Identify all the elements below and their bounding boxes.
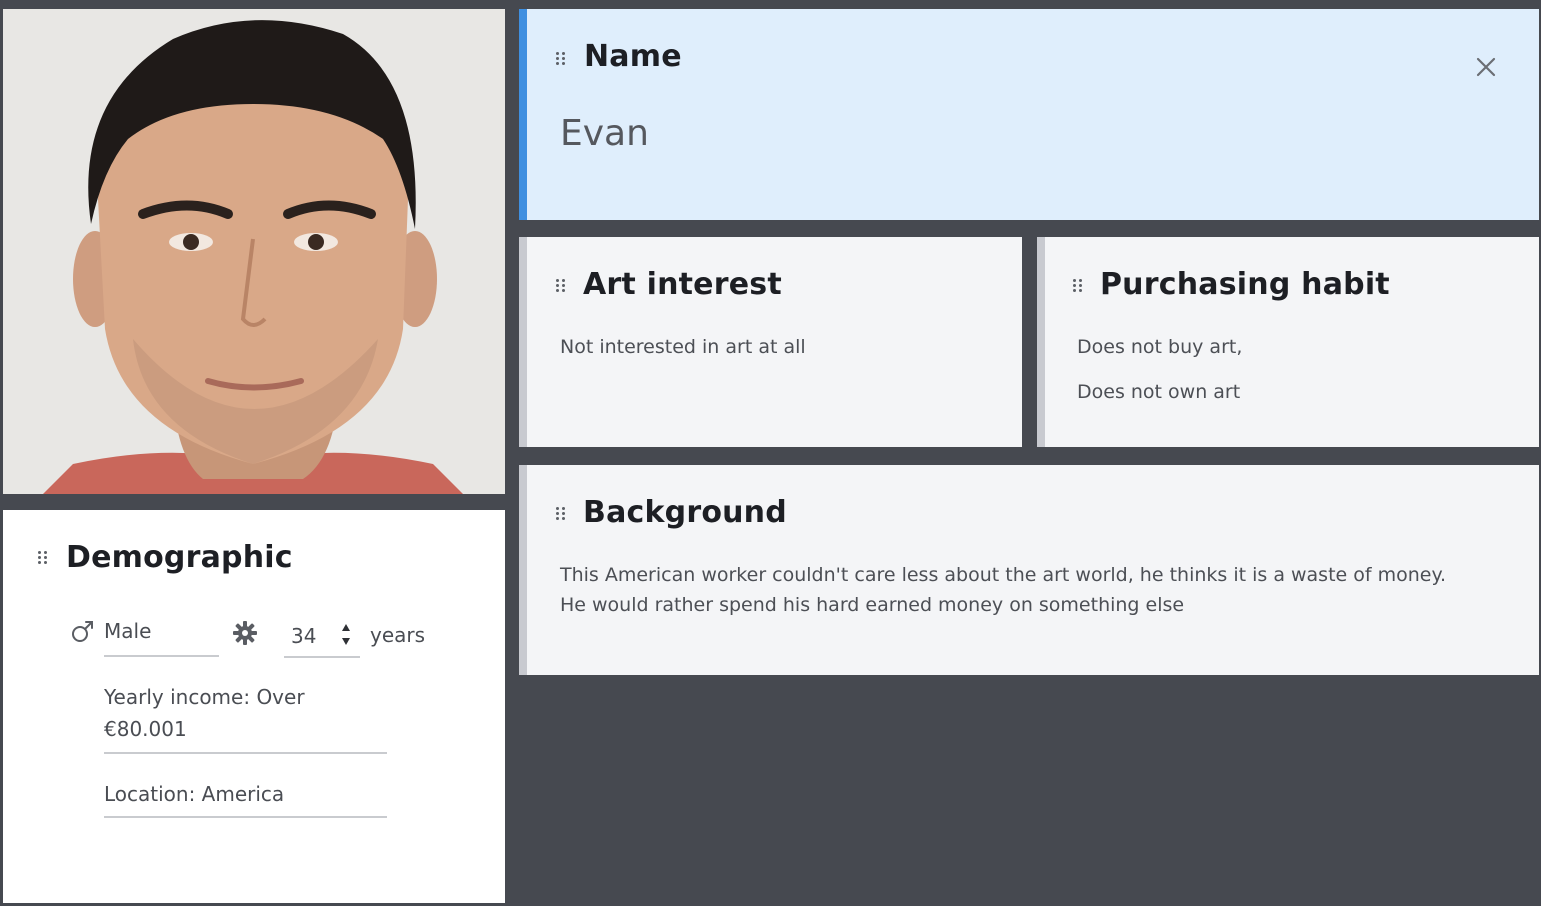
gear-icon[interactable] bbox=[232, 620, 258, 650]
purchasing-habit-line[interactable]: Does not own art bbox=[1077, 381, 1240, 403]
demographic-card[interactable]: Demographic Male 34 years Yearly income:… bbox=[3, 510, 505, 903]
name-card[interactable]: Name Evan bbox=[519, 9, 1539, 220]
drag-handle-icon[interactable] bbox=[556, 52, 565, 66]
drag-handle-icon[interactable] bbox=[556, 507, 565, 521]
location-field[interactable]: Location: America bbox=[104, 782, 284, 806]
person-portrait-image bbox=[3, 9, 505, 494]
background-line[interactable]: This American worker couldn't care less … bbox=[560, 564, 1446, 586]
income-line[interactable]: Yearly income: Over bbox=[104, 685, 305, 709]
male-symbol-icon bbox=[70, 618, 96, 648]
age-stepper-arrows-icon[interactable] bbox=[340, 621, 352, 653]
drag-handle-icon[interactable] bbox=[38, 551, 47, 565]
background-line[interactable]: He would rather spend his hard earned mo… bbox=[560, 594, 1184, 616]
purchasing-habit-card[interactable]: Purchasing habit Does not buy art, Does … bbox=[1037, 237, 1539, 447]
demographic-title: Demographic bbox=[66, 540, 293, 575]
age-unit-label: years bbox=[370, 623, 426, 647]
art-interest-text[interactable]: Not interested in art at all bbox=[560, 336, 806, 358]
gender-select[interactable]: Male bbox=[104, 619, 151, 643]
profile-photo bbox=[3, 9, 505, 494]
name-card-title: Name bbox=[584, 39, 682, 74]
background-card[interactable]: Background This American worker couldn't… bbox=[519, 465, 1539, 675]
age-underline bbox=[284, 656, 360, 658]
background-title: Background bbox=[583, 495, 787, 530]
close-icon[interactable] bbox=[1473, 54, 1499, 80]
income-underline bbox=[104, 752, 387, 754]
name-value[interactable]: Evan bbox=[560, 113, 649, 154]
art-interest-title: Art interest bbox=[583, 267, 782, 302]
art-interest-card[interactable]: Art interest Not interested in art at al… bbox=[519, 237, 1022, 447]
age-input[interactable]: 34 bbox=[291, 624, 316, 648]
gender-underline bbox=[104, 655, 219, 657]
purchasing-habit-line[interactable]: Does not buy art, bbox=[1077, 336, 1242, 358]
location-underline bbox=[104, 816, 387, 818]
drag-handle-icon[interactable] bbox=[556, 279, 565, 293]
income-line[interactable]: €80.001 bbox=[104, 717, 187, 741]
drag-handle-icon[interactable] bbox=[1073, 279, 1082, 293]
purchasing-habit-title: Purchasing habit bbox=[1100, 267, 1390, 302]
